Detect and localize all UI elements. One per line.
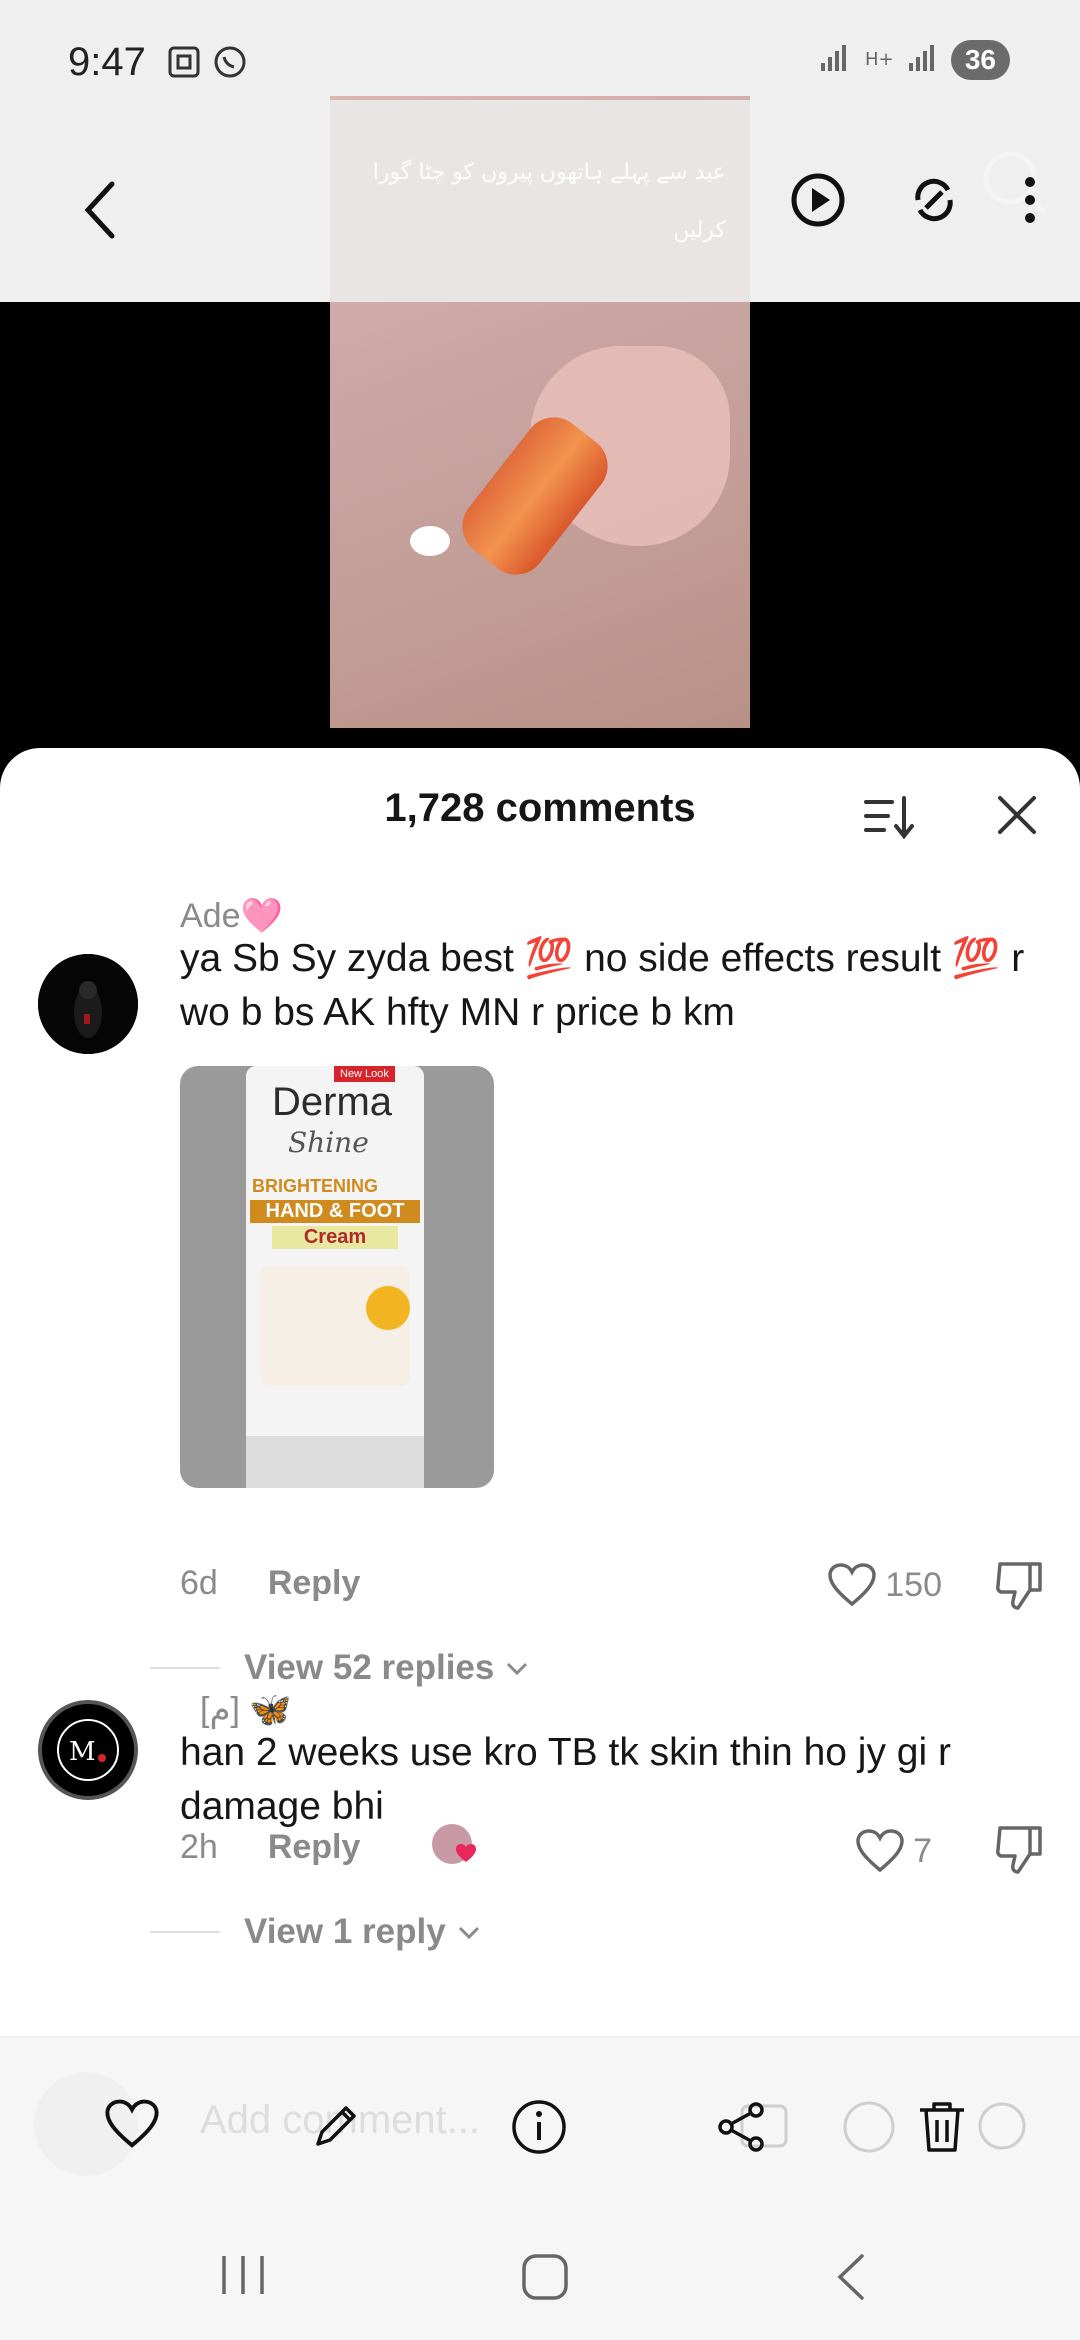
data-icon: H+ bbox=[863, 43, 893, 78]
view-replies-button[interactable]: View 52 replies bbox=[150, 1648, 532, 1688]
image-script: Shine bbox=[288, 1126, 369, 1159]
view-replies-label: View 52 replies bbox=[244, 1648, 494, 1688]
creator-liked-avatar bbox=[430, 1822, 484, 1873]
comment-composer: Add comment... bbox=[0, 2036, 1080, 2216]
comment-image[interactable]: New Look Derma Shine BRIGHTENING HAND & … bbox=[180, 1066, 494, 1488]
system-nav-bar bbox=[0, 2216, 1080, 2340]
image-line2: HAND & FOOT bbox=[250, 1200, 420, 1223]
comments-count-title: 1,728 comments bbox=[0, 786, 1080, 831]
status-time: 9:47 bbox=[68, 40, 146, 85]
dislike-icon[interactable] bbox=[994, 1560, 1044, 1617]
chevron-down-icon bbox=[454, 1922, 484, 1942]
comment-time: 2h bbox=[180, 1828, 218, 1866]
status-bar: 9:47 H+ 36 bbox=[0, 0, 1080, 100]
emoji-ghost-icon[interactable] bbox=[840, 2098, 898, 2161]
avatar[interactable]: M bbox=[38, 1700, 138, 1800]
view-replies-button[interactable]: View 1 reply bbox=[150, 1912, 484, 1952]
screenshot-icon bbox=[166, 44, 202, 85]
reply-button[interactable]: Reply bbox=[268, 1828, 361, 1866]
video-caption: عید سے پہلے ہاتھوں پیروں کو چٹا گورا کرل… bbox=[356, 144, 726, 260]
nav-back-button[interactable] bbox=[830, 2252, 870, 2307]
whatsapp-icon bbox=[212, 44, 248, 85]
comment-text: han 2 weeks use kro TB tk skin thin ho j… bbox=[180, 1726, 1050, 1834]
chevron-down-icon bbox=[502, 1658, 532, 1678]
heart-icon bbox=[855, 1828, 905, 1874]
svg-text:M: M bbox=[69, 1737, 96, 1767]
view-replies-label: View 1 reply bbox=[244, 1912, 446, 1952]
signal-icon bbox=[819, 43, 849, 78]
recents-button[interactable] bbox=[218, 2252, 268, 2303]
autoplay-icon[interactable] bbox=[788, 170, 848, 235]
svg-text:H+: H+ bbox=[865, 49, 893, 70]
comment-username[interactable]: Ade🩷 bbox=[180, 896, 283, 936]
sort-icon[interactable] bbox=[862, 792, 914, 847]
mention-ghost-icon[interactable] bbox=[974, 2098, 1030, 2159]
like-count: 150 bbox=[885, 1566, 942, 1605]
home-button[interactable] bbox=[520, 2252, 570, 2307]
image-line1: BRIGHTENING bbox=[252, 1176, 378, 1197]
close-icon[interactable] bbox=[994, 792, 1040, 843]
loop-icon[interactable] bbox=[904, 170, 964, 235]
comment-username[interactable]: [م] 🦋 bbox=[200, 1690, 292, 1730]
like-button[interactable]: 150 bbox=[827, 1562, 942, 1608]
comment-text: ya Sb Sy zyda best 💯 no side effects res… bbox=[180, 932, 1050, 1040]
image-line3: Cream bbox=[272, 1226, 398, 1249]
top-app-bar: عید سے پہلے ہاتھوں پیروں کو چٹا گورا کرل… bbox=[0, 100, 1080, 302]
avatar[interactable] bbox=[38, 954, 138, 1054]
dislike-icon[interactable] bbox=[994, 1824, 1044, 1881]
reply-button[interactable]: Reply bbox=[268, 1564, 361, 1602]
heart-icon[interactable] bbox=[104, 2098, 160, 2155]
comment-meta: 2h Reply bbox=[180, 1828, 360, 1867]
back-button[interactable] bbox=[80, 180, 120, 245]
battery-indicator: 36 bbox=[951, 40, 1010, 80]
comment-meta: 6d Reply bbox=[180, 1564, 360, 1603]
delete-icon[interactable] bbox=[916, 2098, 968, 2161]
heart-icon bbox=[827, 1562, 877, 1608]
comment-time: 6d bbox=[180, 1564, 218, 1602]
like-count: 7 bbox=[913, 1832, 932, 1871]
more-options-icon[interactable] bbox=[1020, 170, 1040, 235]
edit-pencil-icon[interactable] bbox=[308, 2098, 364, 2159]
image-brand: Derma bbox=[272, 1080, 392, 1125]
info-icon[interactable] bbox=[510, 2098, 568, 2161]
video-cream bbox=[410, 526, 450, 556]
signal-icon-2 bbox=[907, 43, 937, 78]
share-icon[interactable] bbox=[714, 2098, 770, 2161]
like-button[interactable]: 7 bbox=[855, 1828, 942, 1874]
